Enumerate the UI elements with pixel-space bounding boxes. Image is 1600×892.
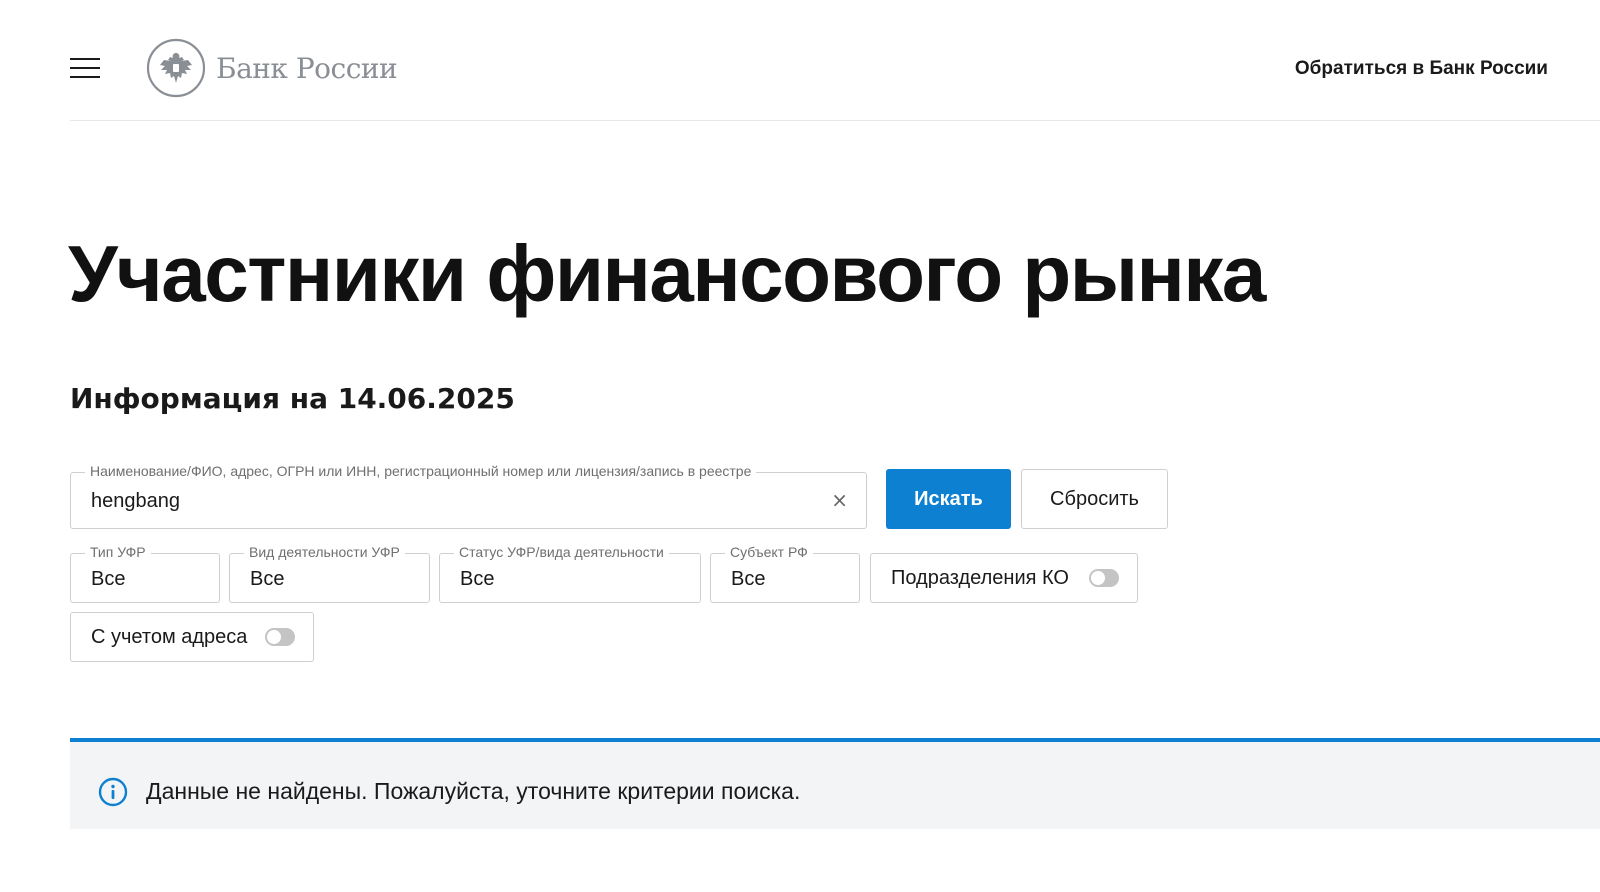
search-field-label: Наименование/ФИО, адрес, ОГРН или ИНН, р… [85, 463, 757, 479]
menu-icon-bar [70, 58, 100, 60]
menu-icon[interactable] [70, 58, 100, 80]
filter-type-value: Все [91, 568, 126, 590]
search-button[interactable]: Искать [886, 469, 1011, 529]
filter-region-value: Все [731, 568, 766, 590]
search-field[interactable]: Наименование/ФИО, адрес, ОГРН или ИНН, р… [70, 463, 867, 529]
filter-region-label: Субъект РФ [725, 544, 813, 560]
eagle-emblem-icon [146, 38, 206, 98]
address-toggle-label: С учетом адреса [91, 625, 248, 648]
menu-icon-bar [70, 76, 100, 78]
filter-status-value: Все [460, 568, 495, 590]
bank-logo[interactable]: Банк России [146, 38, 398, 98]
branches-toggle-label: Подразделения КО [891, 566, 1069, 589]
no-results-notice: Данные не найдены. Пожалуйста, уточните … [70, 738, 1600, 829]
filter-type-select[interactable]: Тип УФР Все [70, 544, 220, 603]
filter-activity-value: Все [250, 568, 285, 590]
clear-icon[interactable]: × [831, 490, 848, 510]
info-date-heading: Информация на 14.06.2025 [70, 382, 515, 415]
filter-region-select[interactable]: Субъект РФ Все [710, 544, 860, 603]
filter-activity-select[interactable]: Вид деятельности УФР Все [229, 544, 430, 603]
page-title: Участники финансового рынка [68, 229, 1266, 318]
info-icon [98, 777, 128, 807]
search-input-value[interactable]: hengbang [91, 490, 180, 513]
logo-text: Банк России [216, 51, 398, 85]
filter-type-label: Тип УФР [85, 544, 151, 560]
notice-text: Данные не найдены. Пожалуйста, уточните … [146, 778, 801, 804]
address-toggle-switch[interactable] [265, 628, 295, 646]
menu-icon-bar [70, 67, 100, 69]
filter-status-label: Статус УФР/вида деятельности [454, 544, 669, 560]
contact-bank-link[interactable]: Обратиться в Банк России [1295, 58, 1548, 80]
filter-activity-label: Вид деятельности УФР [244, 544, 405, 560]
site-header: Банк России Обратиться в Банк России [70, 0, 1600, 121]
branches-toggle-switch[interactable] [1089, 569, 1119, 587]
address-toggle-box[interactable]: С учетом адреса [70, 612, 314, 662]
branches-toggle-box[interactable]: Подразделения КО [870, 553, 1138, 603]
reset-button[interactable]: Сбросить [1021, 469, 1168, 529]
filter-status-select[interactable]: Статус УФР/вида деятельности Все [439, 544, 701, 603]
